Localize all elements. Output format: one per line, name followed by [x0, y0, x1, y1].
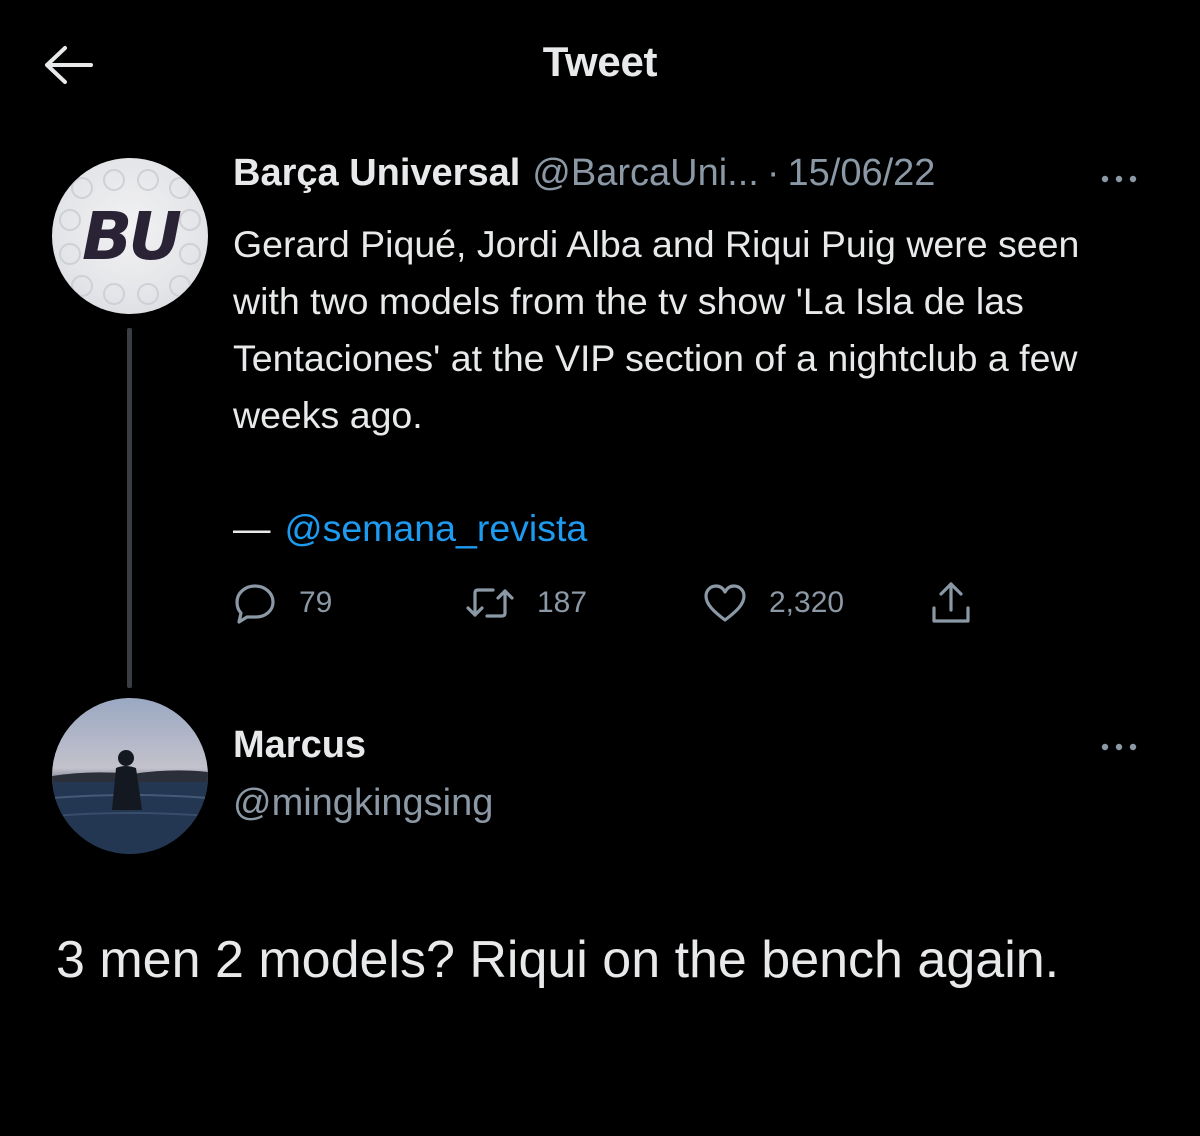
retweet-count: 187 — [537, 586, 588, 619]
bu-logo: BU — [82, 197, 182, 275]
tweet-page: Tweet BU Barça Universal @BarcaUni... · … — [0, 0, 1200, 1136]
author-handle[interactable]: @BarcaUni... — [532, 152, 759, 195]
like-button[interactable]: 2,320 — [703, 578, 844, 628]
reply-author-handle[interactable]: @mingkingsing — [233, 782, 493, 825]
source-mention-link[interactable]: @semana_revista — [285, 507, 588, 549]
barca-universal-avatar[interactable]: BU — [52, 158, 208, 314]
reply-tweet-text: 3 men 2 models? Riqui on the bench again… — [56, 931, 1060, 989]
source-dash: — — [233, 507, 271, 549]
heart-icon — [704, 584, 746, 622]
page-title: Tweet — [542, 38, 658, 85]
marcus-avatar[interactable] — [52, 698, 208, 854]
more-dots-icon — [1101, 743, 1137, 751]
share-icon — [932, 582, 970, 623]
tweet-date[interactable]: 15/06/22 — [788, 152, 936, 195]
tweet-author-row: Barça Universal @BarcaUni... · 15/06/22 — [233, 152, 935, 208]
reply-more-options-button[interactable] — [1094, 732, 1144, 762]
reply-author-display-name[interactable]: Marcus — [233, 724, 366, 767]
share-button[interactable] — [929, 578, 973, 628]
reply-icon — [235, 584, 275, 624]
reply-button[interactable]: 79 — [233, 578, 332, 628]
avatar-photo — [52, 698, 208, 854]
separator-dot: · — [766, 152, 780, 194]
more-dots-icon — [1101, 175, 1137, 183]
reply-count: 79 — [299, 586, 333, 619]
tweet-text: Gerard Piqué, Jordi Alba and Riqui Puig … — [233, 223, 1080, 436]
more-options-button[interactable] — [1094, 164, 1144, 194]
author-display-name[interactable]: Barça Universal — [233, 152, 520, 195]
thread-connector-line — [127, 328, 132, 688]
retweet-button[interactable]: 187 — [465, 578, 587, 628]
retweet-icon — [466, 588, 514, 618]
source-attribution: — @semana_revista — [233, 502, 587, 554]
like-count: 2,320 — [769, 586, 845, 619]
